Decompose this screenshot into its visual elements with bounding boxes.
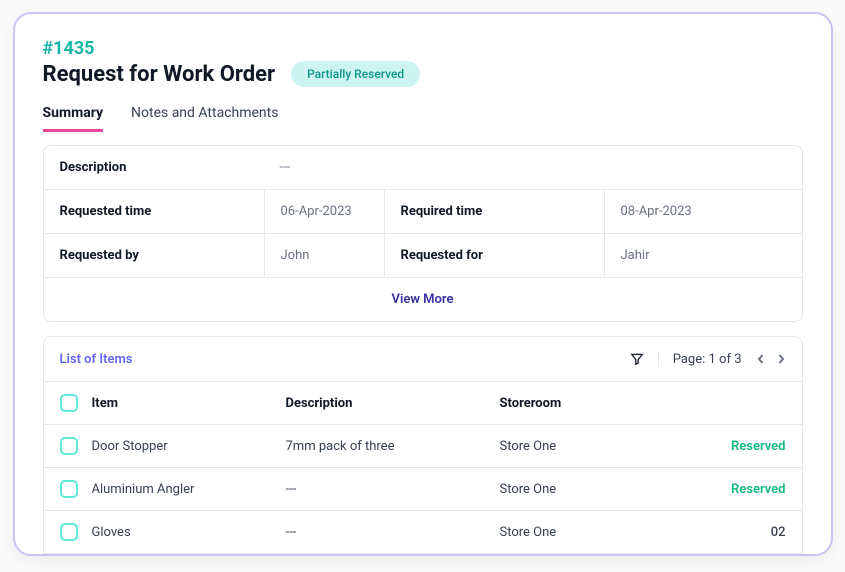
- item-name: Aluminium Angler: [92, 482, 272, 497]
- items-panel: List of Items Page: 1 of 3 I: [43, 336, 803, 554]
- items-section-title: List of Items: [60, 352, 133, 367]
- select-all-checkbox[interactable]: [60, 394, 78, 412]
- item-description: ---: [286, 525, 486, 540]
- item-description: 7mm pack of three: [286, 439, 486, 454]
- pager-text: Page: 1 of 3: [673, 352, 742, 367]
- status-badge: Partially Reserved: [291, 61, 420, 87]
- funnel-icon[interactable]: [630, 352, 644, 366]
- requested-time-label: Requested time: [44, 190, 264, 233]
- column-item: Item: [92, 396, 272, 411]
- table-row: Aluminium Angler --- Store One Reserved: [44, 467, 802, 510]
- item-name: Gloves: [92, 525, 272, 540]
- item-storeroom: Store One: [500, 482, 620, 497]
- requested-time-value: 06-Apr-2023: [264, 190, 384, 233]
- item-status: 02: [634, 525, 786, 540]
- chevron-right-icon[interactable]: [776, 354, 786, 364]
- description-value: ---: [264, 146, 802, 189]
- item-status: Reserved: [634, 439, 786, 454]
- tab-summary[interactable]: Summary: [43, 105, 104, 132]
- item-storeroom: Store One: [500, 439, 620, 454]
- tab-notes-attachments[interactable]: Notes and Attachments: [131, 105, 278, 132]
- description-label: Description: [44, 146, 264, 189]
- details-panel: Description --- Requested time 06-Apr-20…: [43, 145, 803, 322]
- required-time-label: Required time: [384, 190, 604, 233]
- requested-by-value: John: [264, 234, 384, 277]
- divider: [658, 351, 659, 367]
- requested-for-value: Jahir: [604, 234, 802, 277]
- item-status: Reserved: [634, 482, 786, 497]
- item-storeroom: Store One: [500, 525, 620, 540]
- view-more-button[interactable]: View More: [44, 278, 802, 321]
- row-checkbox[interactable]: [60, 480, 78, 498]
- row-checkbox[interactable]: [60, 437, 78, 455]
- requested-for-label: Requested for: [384, 234, 604, 277]
- column-description: Description: [286, 396, 486, 411]
- required-time-value: 08-Apr-2023: [604, 190, 802, 233]
- request-id: #1435: [43, 38, 803, 59]
- column-storeroom: Storeroom: [500, 396, 620, 411]
- table-row: Door Stopper 7mm pack of three Store One Re…: [44, 424, 802, 467]
- requested-by-label: Requested by: [44, 234, 264, 277]
- item-description: ---: [286, 482, 486, 497]
- table-row: Gloves --- Store One 02: [44, 510, 802, 553]
- chevron-left-icon[interactable]: [756, 354, 766, 364]
- item-name: Door Stopper: [92, 439, 272, 454]
- row-checkbox[interactable]: [60, 523, 78, 541]
- page-title: Request for Work Order: [43, 62, 276, 87]
